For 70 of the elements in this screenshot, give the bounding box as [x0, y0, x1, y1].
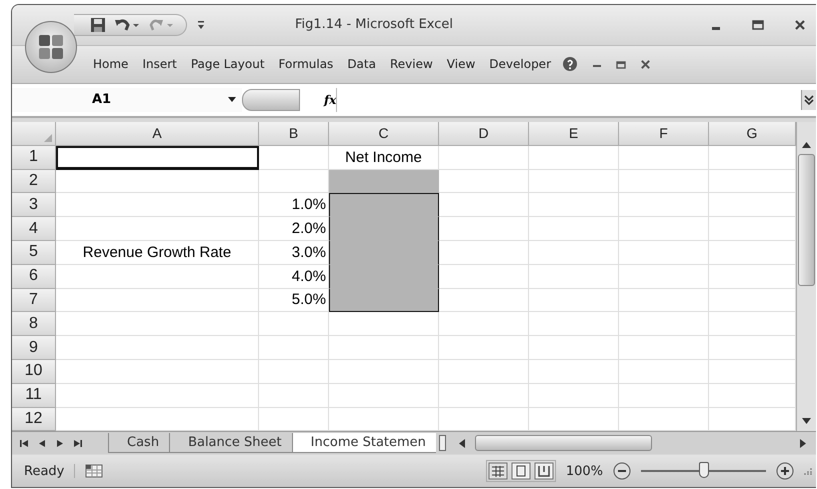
- zoom-level[interactable]: 100%: [566, 464, 603, 479]
- table-cell: [259, 336, 329, 360]
- table-cell: [259, 312, 329, 336]
- previous-sheet-icon[interactable]: [39, 438, 46, 448]
- row-header[interactable]: 4: [12, 217, 56, 241]
- row-header[interactable]: 6: [12, 264, 56, 289]
- zoom-out-icon[interactable]: [613, 462, 631, 480]
- column-header[interactable]: A: [56, 122, 259, 146]
- page-layout-view-icon[interactable]: [510, 462, 531, 480]
- ribbon-tab[interactable]: Review: [382, 52, 440, 76]
- scroll-right-icon[interactable]: [800, 438, 806, 448]
- column-header[interactable]: B: [259, 122, 329, 146]
- next-sheet-icon[interactable]: [56, 438, 63, 448]
- close-icon[interactable]: [794, 18, 806, 31]
- restore-icon[interactable]: [616, 59, 626, 70]
- normal-view-icon[interactable]: [488, 462, 508, 480]
- page-break-view-icon[interactable]: [534, 462, 554, 480]
- row-header[interactable]: 10: [12, 360, 56, 384]
- scroll-down-icon[interactable]: [802, 418, 811, 424]
- formula-bar-grip[interactable]: [242, 88, 300, 111]
- first-sheet-icon[interactable]: [20, 438, 29, 448]
- row-header[interactable]: 9: [12, 336, 56, 360]
- ribbon-tab[interactable]: Insert: [135, 52, 184, 76]
- column-header[interactable]: D: [439, 122, 529, 146]
- row-header[interactable]: 5: [12, 240, 56, 265]
- table-cell: Revenue Growth Rate: [56, 240, 259, 265]
- row-header[interactable]: 7: [12, 288, 56, 312]
- ribbon-tab[interactable]: Page Layout: [184, 52, 272, 76]
- table-cell: [259, 146, 329, 170]
- ribbon-tab[interactable]: Formulas: [272, 52, 340, 76]
- ribbon-tab[interactable]: Developer: [482, 52, 558, 76]
- column-header[interactable]: E: [529, 122, 619, 146]
- status-text: Ready: [24, 464, 64, 479]
- customize-menu-icon[interactable]: [197, 20, 205, 30]
- scroll-left-icon[interactable]: [458, 438, 465, 448]
- name-box[interactable]: A1: [12, 88, 242, 112]
- row-header[interactable]: 8: [12, 312, 56, 336]
- tab-split-handle[interactable]: [438, 435, 446, 452]
- sheet-tab[interactable]: Income Statemen: [292, 433, 436, 454]
- ribbon-tab[interactable]: Data: [340, 52, 383, 76]
- help-icon[interactable]: [562, 56, 578, 72]
- last-sheet-icon[interactable]: [73, 438, 82, 448]
- insert-function-button[interactable]: fx: [324, 92, 336, 107]
- corner-triangle-icon: [44, 134, 52, 142]
- window-title: Fig1.14 - Microsoft Excel: [295, 17, 454, 32]
- resize-grip-icon[interactable]: [804, 467, 812, 476]
- vertical-scrollbar[interactable]: [796, 122, 816, 432]
- sheet-tab[interactable]: Balance Sheet: [169, 433, 292, 454]
- table-cell: [259, 384, 329, 408]
- close-icon[interactable]: [640, 58, 651, 70]
- row-header[interactable]: 2: [12, 170, 56, 194]
- column-header[interactable]: C: [329, 122, 439, 146]
- row-header[interactable]: 11: [12, 384, 56, 408]
- row-header[interactable]: 1: [12, 146, 56, 170]
- sheet-tab[interactable]: Cash: [108, 433, 170, 454]
- office-logo-icon: [36, 32, 66, 62]
- zoom-slider-thumb[interactable]: [698, 462, 708, 478]
- table-cell: [259, 360, 329, 384]
- ribbon-tab[interactable]: Home: [86, 52, 136, 76]
- maximize-icon[interactable]: [752, 18, 764, 31]
- row-header[interactable]: 12: [12, 408, 56, 432]
- column-header[interactable]: F: [619, 122, 709, 146]
- row-header[interactable]: 3: [12, 193, 56, 218]
- zoom-in-icon[interactable]: [776, 462, 794, 480]
- save-icon[interactable]: [90, 16, 106, 33]
- column-header[interactable]: G: [709, 122, 796, 146]
- ribbon-tab[interactable]: View: [440, 52, 482, 76]
- expand-icon[interactable]: [801, 90, 816, 110]
- scroll-up-icon[interactable]: [802, 142, 811, 148]
- undo-icon[interactable]: [114, 16, 140, 33]
